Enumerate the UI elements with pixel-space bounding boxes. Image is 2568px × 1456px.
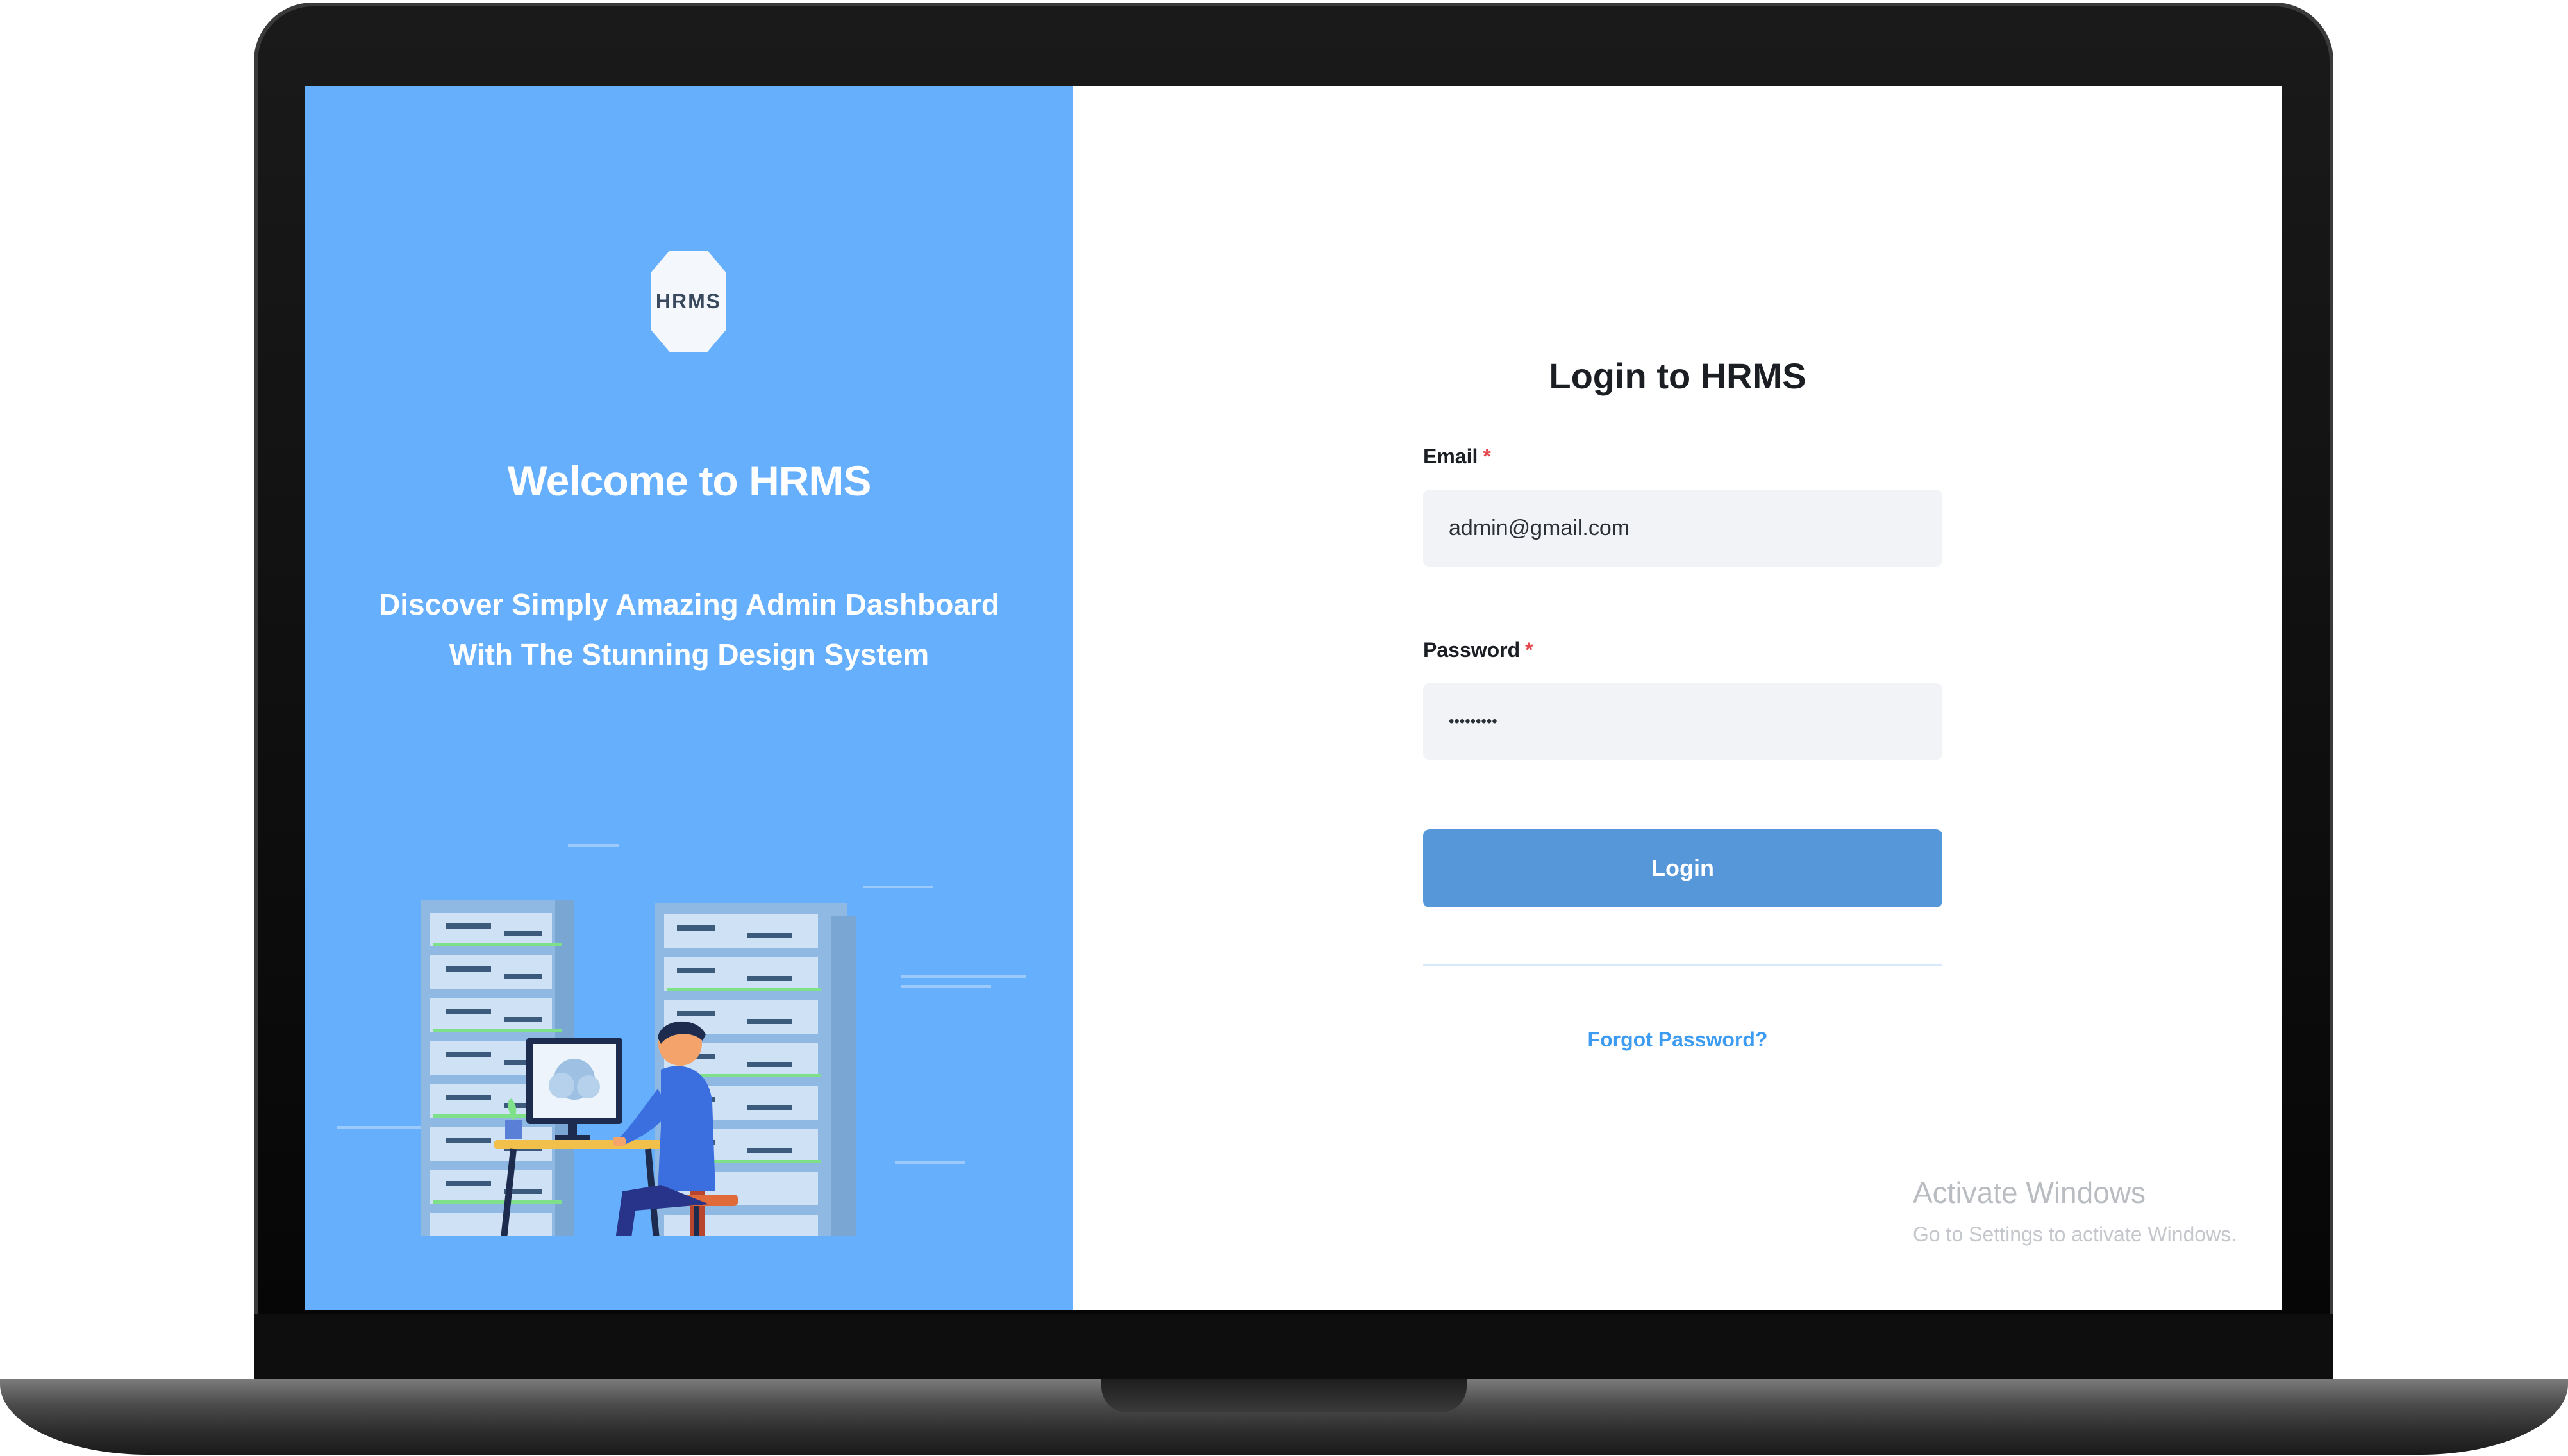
divider: [1423, 964, 1942, 966]
welcome-subtitle: Discover Simply Amazing Admin Dashboard …: [305, 579, 1073, 679]
email-field[interactable]: admin@gmail.com: [1423, 490, 1942, 567]
email-label-text: Email: [1423, 445, 1478, 468]
password-value: •••••••••: [1449, 713, 1497, 730]
server-desk-illustration: [337, 844, 1026, 1236]
activate-windows-title: Activate Windows: [1913, 1176, 2146, 1209]
screen: HRMS Welcome to HRMS Discover Simply Ama…: [305, 86, 2282, 1310]
password-required-marker: *: [1525, 638, 1533, 661]
login-button-label: Login: [1651, 855, 1714, 881]
email-required-marker: *: [1483, 445, 1491, 468]
password-label: Password *: [1423, 638, 1533, 662]
logo-text: HRMS: [655, 289, 722, 313]
login-panel: Login to HRMS Email * admin@gmail.com Pas…: [1073, 86, 2282, 1310]
login-button[interactable]: Login: [1423, 829, 1942, 907]
welcome-subtitle-line2: With The Stunning Design System: [449, 638, 930, 671]
hrms-logo-icon: HRMS: [651, 251, 726, 352]
email-label: Email *: [1423, 445, 1491, 468]
forgot-password-link[interactable]: Forgot Password?: [1073, 1028, 2282, 1052]
email-value: admin@gmail.com: [1449, 515, 1630, 540]
forgot-password-label[interactable]: Forgot Password?: [1588, 1028, 1768, 1051]
welcome-title: Welcome to HRMS: [507, 457, 872, 504]
welcome-subtitle-line1: Discover Simply Amazing Admin Dashboard: [379, 588, 999, 621]
password-label-text: Password: [1423, 638, 1521, 661]
welcome-panel: HRMS Welcome to HRMS Discover Simply Ama…: [305, 86, 1073, 1310]
laptop-bezel-bottom: [254, 1314, 2333, 1384]
laptop-notch: [1101, 1379, 1467, 1412]
activate-windows-subtitle: Go to Settings to activate Windows.: [1913, 1223, 2237, 1246]
password-field[interactable]: •••••••••: [1423, 683, 1942, 760]
login-title: Login to HRMS: [1549, 356, 1806, 396]
